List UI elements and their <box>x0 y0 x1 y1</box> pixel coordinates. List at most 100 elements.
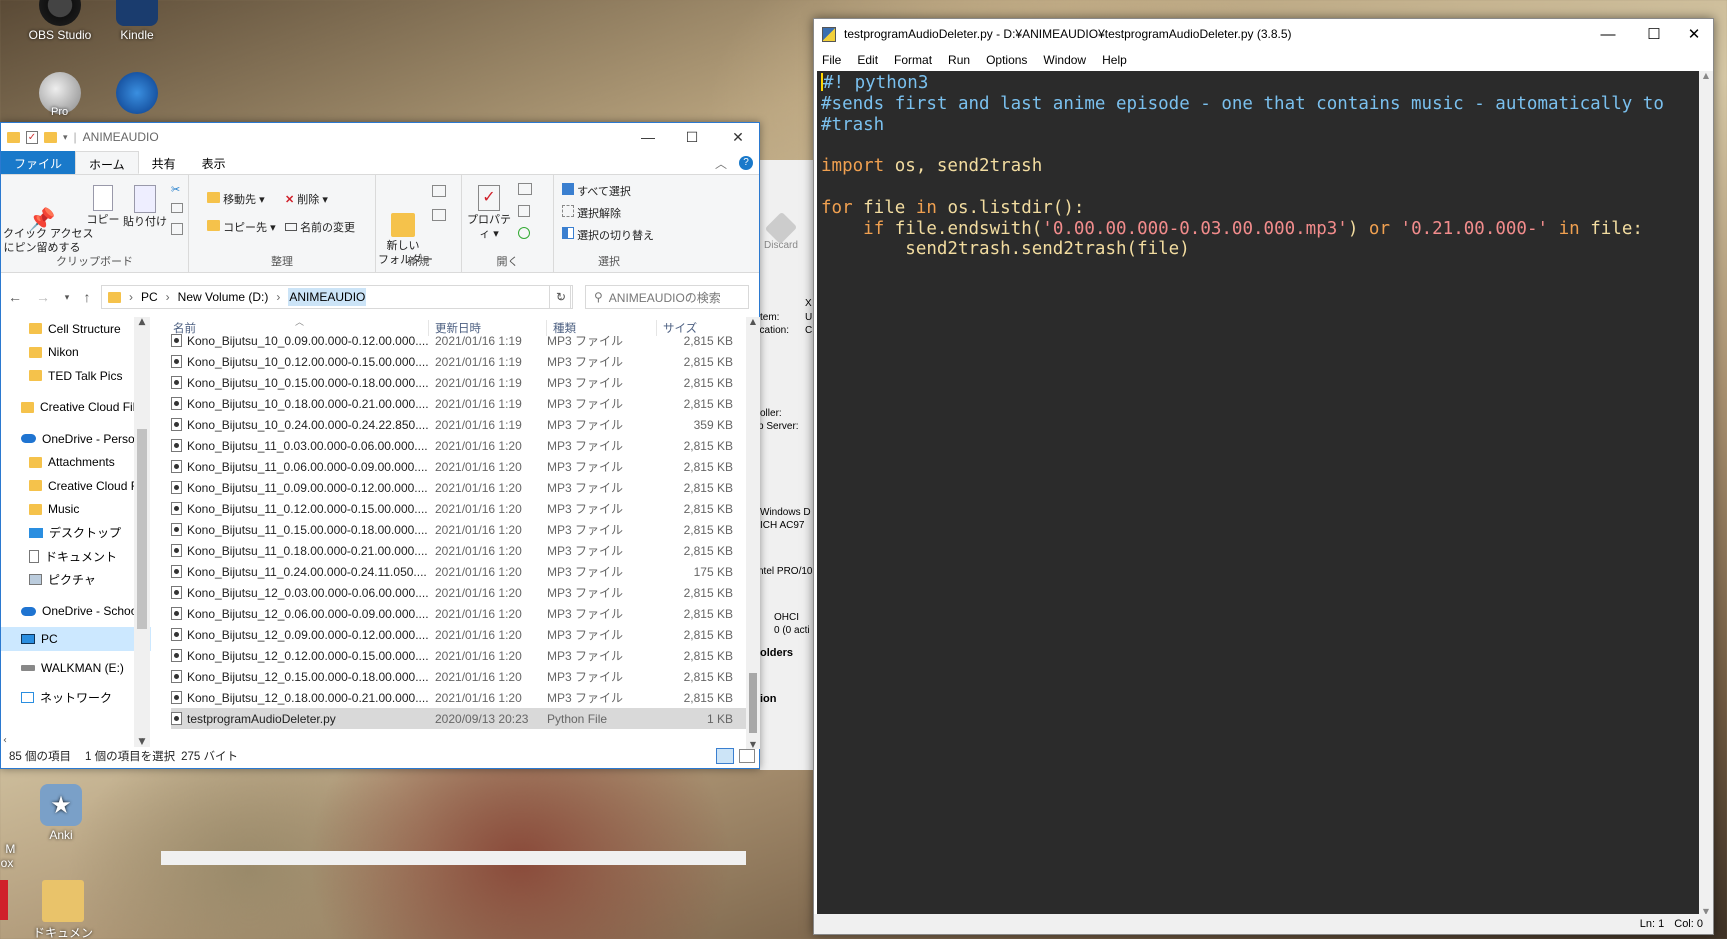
file-scrollbar[interactable]: ▲ ▼ <box>746 317 760 749</box>
address-box[interactable]: › PC › New Volume (D:) › ANIMEAUDIO ⌄ <box>101 285 571 309</box>
nav-item[interactable]: WALKMAN (E:) <box>1 657 151 681</box>
nav-item[interactable]: Nikon <box>1 341 151 365</box>
file-row[interactable]: testprogramAudioDeleter.py 2020/09/13 20:… <box>171 708 746 729</box>
nav-item[interactable]: ネットワーク <box>1 686 151 710</box>
desktop-icon-documents[interactable]: ドキュメント - シ <box>28 880 98 939</box>
copy-to-button[interactable]: コピー先 ▾ <box>207 219 276 235</box>
discard-button[interactable]: Discard <box>760 211 806 251</box>
close-button[interactable]: ✕ <box>715 123 761 151</box>
select-none-button[interactable]: 選択解除 <box>562 205 621 221</box>
red-app-icon[interactable] <box>0 880 8 920</box>
file-hscroll[interactable] <box>161 851 746 865</box>
new-item-icon[interactable] <box>432 185 446 197</box>
up-arrow-icon[interactable]: ↑ <box>77 289 97 305</box>
file-row[interactable]: Kono_Bijutsu_12_0.18.00.000-0.21.00.000.… <box>171 687 746 708</box>
menu-edit[interactable]: Edit <box>849 53 886 67</box>
nav-item[interactable]: ドキュメント <box>1 545 151 569</box>
desktop-icon-kindle[interactable]: Kindle <box>102 0 172 42</box>
copy-button[interactable]: コピー <box>85 185 121 227</box>
copy-path-icon[interactable] <box>171 203 183 213</box>
rename-button[interactable]: 名前の変更 <box>285 219 355 235</box>
delete-button[interactable]: ✕ 削除 ▾ <box>285 191 328 207</box>
refresh-icon[interactable]: ↻ <box>549 285 573 309</box>
desktop-icon-google-earth-pro[interactable]: Pro <box>25 72 95 118</box>
search-box[interactable]: ⚲ ANIMEAUDIOの検索 <box>585 285 749 309</box>
menu-run[interactable]: Run <box>940 53 978 67</box>
tab-share[interactable]: 共有 <box>139 151 189 174</box>
file-row[interactable]: Kono_Bijutsu_11_0.06.00.000-0.09.00.000.… <box>171 456 746 477</box>
nav-item[interactable]: Attachments <box>1 451 151 475</box>
easy-access-icon[interactable] <box>432 209 446 221</box>
explorer-titlebar[interactable]: ✓ ▾ | ANIMEAUDIO — ☐ ✕ <box>1 123 759 151</box>
idle-titlebar[interactable]: testprogramAudioDeleter.py - D:¥ANIMEAUD… <box>814 19 1713 49</box>
breadcrumb-folder[interactable]: ANIMEAUDIO <box>288 288 367 306</box>
edit-icon[interactable] <box>518 205 530 217</box>
nav-item[interactable]: Music <box>1 498 151 522</box>
nav-item[interactable]: デスクトップ <box>1 521 151 545</box>
invert-selection-button[interactable]: 選択の切り替え <box>562 227 654 243</box>
file-scroll-up-arrow[interactable]: ▲ <box>746 317 760 326</box>
file-row[interactable]: Kono_Bijutsu_11_0.15.00.000-0.18.00.000.… <box>171 519 746 540</box>
breadcrumb-volume[interactable]: New Volume (D:) <box>178 290 269 304</box>
nav-item[interactable]: Cell Structure <box>1 317 151 341</box>
nav-item[interactable]: Creative Cloud F <box>1 474 151 498</box>
navigation-pane[interactable]: Cell Structure Nikon TED Talk Pics Creative… <box>1 317 151 737</box>
nav-item[interactable]: OneDrive - Person <box>1 427 151 451</box>
nav-item[interactable]: PC <box>1 627 151 651</box>
move-to-button[interactable]: 移動先 ▾ <box>207 191 265 207</box>
desktop-icon-app-blue[interactable] <box>102 72 172 116</box>
help-icon[interactable]: ? <box>733 151 759 174</box>
desktop-icon-partial[interactable]: M ox <box>0 828 42 870</box>
file-explorer-window[interactable]: ✓ ▾ | ANIMEAUDIO — ☐ ✕ ファイル ホーム 共有 表示 ︿ … <box>0 122 760 865</box>
paste-shortcut-icon[interactable] <box>171 223 183 235</box>
properties-qat-icon[interactable]: ✓ <box>26 130 38 144</box>
nav-item[interactable]: OneDrive - Schoo <box>1 600 151 624</box>
cut-icon[interactable]: ✂ <box>171 183 180 196</box>
tab-home[interactable]: ホーム <box>75 151 139 174</box>
back-arrow-icon[interactable]: ← <box>5 289 25 305</box>
editor-scrollbar[interactable]: ▲ ▼ <box>1699 71 1713 916</box>
idle-editor-window[interactable]: testprogramAudioDeleter.py - D:¥ANIMEAUD… <box>813 18 1714 935</box>
menu-window[interactable]: Window <box>1035 53 1094 67</box>
file-row[interactable]: Kono_Bijutsu_10_0.09.00.000-0.12.00.000.… <box>171 330 746 351</box>
nav-scroll-up-arrow[interactable]: ▲ <box>134 317 150 327</box>
forward-arrow-icon[interactable]: → <box>33 289 53 305</box>
file-row[interactable]: Kono_Bijutsu_10_0.18.00.000-0.21.00.000.… <box>171 393 746 414</box>
open-icon[interactable] <box>518 183 532 195</box>
maximize-button[interactable]: ☐ <box>669 123 715 151</box>
minimize-button[interactable]: — <box>1585 19 1631 49</box>
file-row[interactable]: Kono_Bijutsu_11_0.03.00.000-0.06.00.000.… <box>171 435 746 456</box>
ribbon-collapse-icon[interactable]: ︿ <box>709 151 733 174</box>
menu-format[interactable]: Format <box>886 53 940 67</box>
menu-file[interactable]: File <box>814 53 849 67</box>
search-input[interactable]: ANIMEAUDIOの検索 <box>609 289 721 306</box>
new-folder-qat-icon[interactable] <box>44 131 57 143</box>
large-icons-view-icon[interactable] <box>739 749 755 763</box>
file-row[interactable]: Kono_Bijutsu_10_0.12.00.000-0.15.00.000.… <box>171 351 746 372</box>
file-row[interactable]: Kono_Bijutsu_12_0.06.00.000-0.09.00.000.… <box>171 603 746 624</box>
file-row[interactable]: Kono_Bijutsu_12_0.09.00.000-0.12.00.000.… <box>171 624 746 645</box>
file-row[interactable]: Kono_Bijutsu_11_0.24.00.000-0.24.11.050.… <box>171 561 746 582</box>
file-row[interactable]: Kono_Bijutsu_12_0.15.00.000-0.18.00.000.… <box>171 666 746 687</box>
nav-item[interactable]: TED Talk Pics <box>1 364 151 388</box>
file-row[interactable]: Kono_Bijutsu_10_0.15.00.000-0.18.00.000.… <box>171 372 746 393</box>
paste-button[interactable]: 貼り付け <box>123 185 167 229</box>
properties-button[interactable]: ✓ プロパティ ▾ <box>464 185 514 241</box>
nav-scrollbar[interactable]: ▲ ▼ <box>134 317 150 747</box>
qat-dropdown-icon[interactable]: ▾ <box>63 132 68 143</box>
file-row[interactable]: Kono_Bijutsu_12_0.03.00.000-0.06.00.000.… <box>171 582 746 603</box>
tab-file[interactable]: ファイル <box>1 151 76 174</box>
minimize-button[interactable]: — <box>625 123 671 151</box>
code-editor[interactable]: #! python3 #sends first and last anime e… <box>817 71 1699 916</box>
menu-options[interactable]: Options <box>978 53 1035 67</box>
recent-dropdown-icon[interactable]: ▾ <box>57 292 77 303</box>
nav-item[interactable]: ピクチャ <box>1 568 151 592</box>
details-view-icon[interactable] <box>716 748 734 764</box>
file-row[interactable]: Kono_Bijutsu_11_0.09.00.000-0.12.00.000.… <box>171 477 746 498</box>
tab-view[interactable]: 表示 <box>189 151 239 174</box>
file-row[interactable]: Kono_Bijutsu_12_0.12.00.000-0.15.00.000.… <box>171 645 746 666</box>
file-scroll-thumb[interactable] <box>749 673 757 733</box>
nav-item[interactable]: Creative Cloud File <box>1 396 151 420</box>
desktop-icon-obs[interactable]: OBS Studio <box>25 0 95 42</box>
nav-scroll-thumb[interactable] <box>137 429 147 629</box>
